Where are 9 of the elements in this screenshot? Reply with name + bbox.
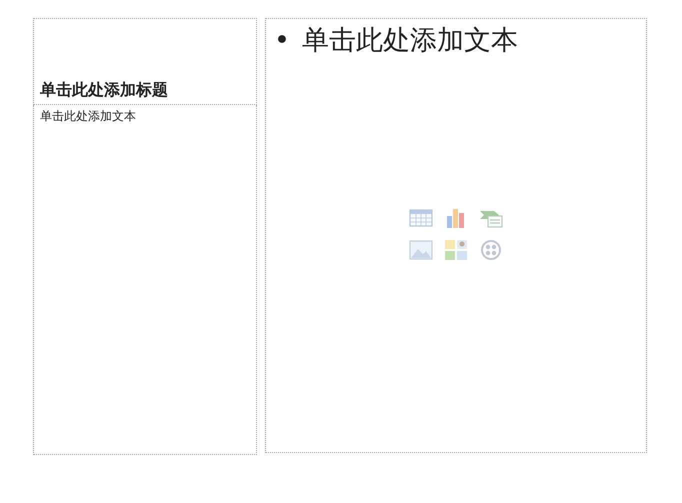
table-icon[interactable] [409,207,433,229]
placeholder-text: 单击此处添加文本 [302,24,518,58]
film-reel-icon[interactable] [479,239,503,261]
title-placeholder[interactable]: 单击此处添加标题 [33,18,257,105]
text-placeholder[interactable]: 单击此处添加文本 [33,105,257,455]
content-placeholder[interactable]: • 单击此处添加文本 [265,18,647,453]
image-icon[interactable] [409,239,433,261]
clip-art-icon[interactable] [444,239,468,261]
bullet-mark: • [274,24,290,58]
